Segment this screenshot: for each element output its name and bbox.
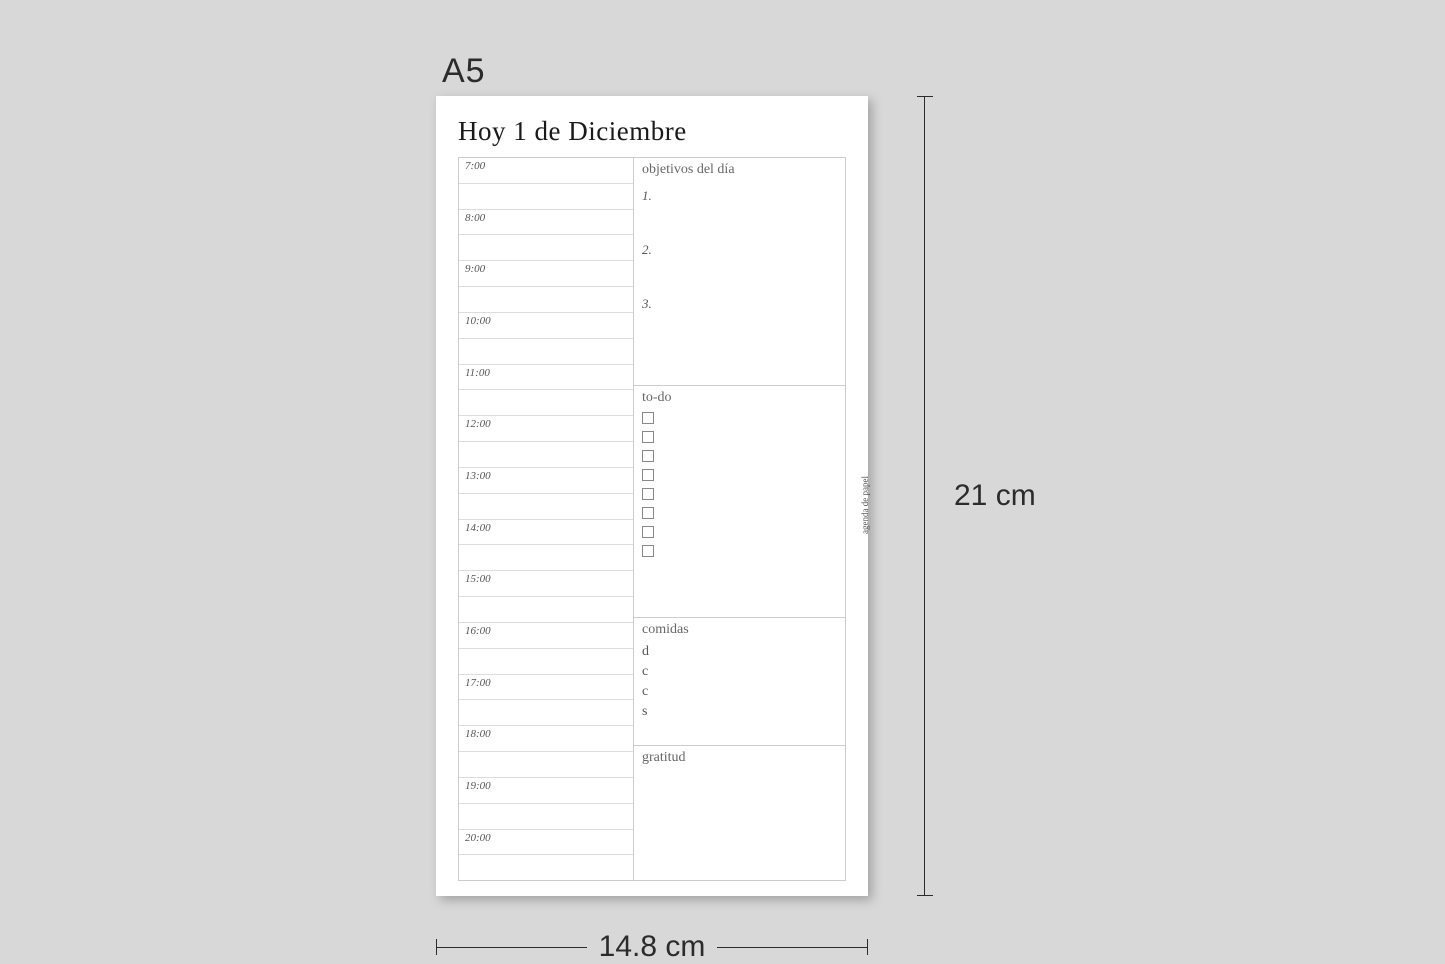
objective-number: 1.: [642, 188, 837, 204]
todo-checkbox[interactable]: [642, 507, 654, 519]
dimension-width-label: 14.8 cm: [587, 930, 718, 964]
objectives-section: objetivos del día 1. 2. 3.: [634, 158, 845, 386]
dimension-line-horizontal: [437, 947, 587, 948]
todo-checkbox[interactable]: [642, 545, 654, 557]
objectives-title: objetivos del día: [642, 162, 837, 178]
schedule-column: 7:00 8:00 9:00 10:00 11:00 12:00 13:00 14:00 15:…: [459, 158, 634, 880]
dimension-height-label: 21 cm: [954, 479, 1036, 513]
todo-checkbox[interactable]: [642, 488, 654, 500]
gratitude-title: gratitud: [642, 750, 837, 766]
objective-number: 3.: [642, 296, 837, 312]
todo-checkbox[interactable]: [642, 450, 654, 462]
time-row: 16:00: [459, 623, 633, 649]
time-row: 11:00: [459, 365, 633, 391]
time-row: [459, 184, 633, 210]
time-row: 17:00: [459, 675, 633, 701]
size-label: A5: [442, 52, 486, 91]
todo-checkbox[interactable]: [642, 469, 654, 481]
dimension-width: 14.8 cm: [436, 930, 868, 964]
todo-checkbox-list: [642, 412, 837, 557]
time-row: 13:00: [459, 468, 633, 494]
time-row: [459, 390, 633, 416]
watermark-text: agenda de papel: [860, 476, 870, 534]
planner-grid: 7:00 8:00 9:00 10:00 11:00 12:00 13:00 14:00 15:…: [458, 157, 846, 881]
meal-line: d: [642, 644, 837, 660]
page-title: Hoy 1 de Diciembre: [458, 116, 846, 147]
time-row: 12:00: [459, 416, 633, 442]
meals-title: comidas: [642, 622, 837, 638]
time-row: [459, 804, 633, 830]
dimension-height: 21 cm: [924, 96, 925, 896]
meal-line: s: [642, 704, 837, 720]
time-row: 18:00: [459, 726, 633, 752]
page-container: Hoy 1 de Diciembre 7:00 8:00 9:00 10:00 11:0…: [436, 96, 880, 906]
time-row: [459, 442, 633, 468]
todo-section: to-do: [634, 386, 845, 618]
dimension-cap: [867, 939, 868, 955]
time-row: [459, 339, 633, 365]
time-row: 15:00: [459, 571, 633, 597]
time-row: [459, 597, 633, 623]
right-column: objetivos del día 1. 2. 3. to-do comidas…: [634, 158, 845, 880]
meals-section: comidas d c c s: [634, 618, 845, 746]
todo-title: to-do: [642, 390, 837, 406]
meal-line: c: [642, 664, 837, 680]
time-row: [459, 649, 633, 675]
time-row: 9:00: [459, 261, 633, 287]
objective-number: 2.: [642, 242, 837, 258]
time-row: [459, 700, 633, 726]
time-row: [459, 752, 633, 778]
todo-checkbox[interactable]: [642, 526, 654, 538]
time-row: 20:00: [459, 830, 633, 856]
gratitude-section: gratitud: [634, 746, 845, 880]
dimension-line-horizontal: [717, 947, 867, 948]
todo-checkbox[interactable]: [642, 431, 654, 443]
time-row: [459, 287, 633, 313]
todo-checkbox[interactable]: [642, 412, 654, 424]
time-row: 19:00: [459, 778, 633, 804]
time-row: [459, 855, 633, 880]
time-row: [459, 494, 633, 520]
planner-page: Hoy 1 de Diciembre 7:00 8:00 9:00 10:00 11:0…: [436, 96, 868, 896]
dimension-line-vertical: [924, 96, 925, 896]
time-row: [459, 235, 633, 261]
time-row: 14:00: [459, 520, 633, 546]
meal-line: c: [642, 684, 837, 700]
time-row: 7:00: [459, 158, 633, 184]
time-row: [459, 545, 633, 571]
time-row: 10:00: [459, 313, 633, 339]
time-row: 8:00: [459, 210, 633, 236]
